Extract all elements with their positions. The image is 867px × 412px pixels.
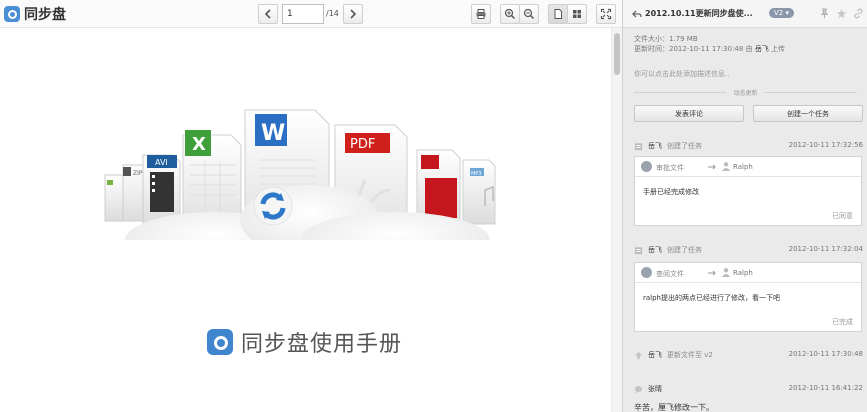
pin-icon[interactable]	[819, 8, 830, 19]
fullscreen-icon	[600, 8, 612, 20]
task-status: 已同意	[832, 212, 853, 220]
manual-title-text: 同步盘使用手册	[241, 332, 403, 357]
task-assignee[interactable]: Ralph	[733, 269, 753, 277]
task-body: ralph提出的两点已经进行了修改，看一下吧	[643, 294, 780, 302]
activity-time: 2012-10-11 17:32:04	[788, 245, 863, 253]
activity-verb: 更新文件至 v2	[667, 351, 713, 359]
activity-verb: 创建了任务	[667, 142, 702, 150]
activity-user[interactable]: 岳飞	[648, 141, 662, 151]
approve-icon	[641, 161, 652, 172]
next-page-button[interactable]	[343, 4, 363, 24]
activity-user[interactable]: 岳飞	[648, 245, 662, 255]
task-status: 已完成	[832, 318, 853, 326]
brand[interactable]: 同步盘	[4, 5, 66, 23]
comment-text: 辛苦，厘飞修改一下。	[634, 403, 714, 412]
single-page-view-button[interactable]	[548, 4, 568, 24]
grid-icon	[573, 10, 581, 18]
task-action: 查阅文件	[656, 270, 684, 278]
activity-user[interactable]: 岳飞	[648, 350, 662, 360]
zoom-out-button[interactable]	[519, 4, 539, 24]
updated-label: 更新时间：2012-10-11 17:30:48 由	[634, 45, 753, 53]
excel-label: X	[192, 134, 206, 155]
user-icon	[722, 268, 730, 277]
mp3-file-icon: MP3	[462, 159, 496, 225]
activity-user[interactable]: 张晴	[648, 384, 662, 394]
page-number-input[interactable]	[282, 4, 324, 24]
star-icon[interactable]	[836, 8, 847, 19]
task-card-header: 查阅文件 Ralph	[635, 263, 861, 283]
prev-page-button[interactable]	[258, 4, 278, 24]
file-types-illustration: ZIP AVI X W PDF MP3	[104, 109, 505, 270]
app-window: 同步盘 /14	[0, 0, 867, 412]
mp3-label: MP3	[471, 171, 482, 177]
task-icon	[634, 142, 643, 150]
avi-label: AVI	[155, 158, 168, 167]
updated-user[interactable]: 岳飞	[755, 45, 769, 53]
single-page-icon	[554, 9, 562, 19]
zip-label: ZIP	[133, 170, 143, 177]
document-viewer: 同步盘 /14	[0, 0, 622, 412]
task-action: 审批文件	[656, 164, 684, 172]
task-body: 手册已经完成修改	[643, 188, 699, 196]
zoom-in-button[interactable]	[500, 4, 520, 24]
sync-logo-icon	[4, 6, 20, 22]
page-total: /14	[326, 9, 339, 18]
user-icon	[722, 162, 730, 171]
updated-action: 上传	[771, 45, 786, 53]
comment-icon	[634, 385, 643, 394]
chevron-right-icon	[350, 9, 357, 19]
create-task-button[interactable]: 创建一个任务	[753, 105, 863, 122]
viewer-scrollbar[interactable]	[611, 28, 622, 412]
chevron-left-icon	[264, 9, 271, 19]
divider-line	[765, 92, 857, 93]
zoom-out-icon	[523, 8, 535, 20]
link-icon[interactable]	[853, 8, 864, 19]
task-card[interactable]: 审批文件 Ralph 手册已经完成修改 已同意	[634, 156, 862, 226]
post-comment-button[interactable]: 发表评论	[634, 105, 744, 122]
upload-arrow-icon	[634, 351, 643, 359]
task-card-header: 审批文件 Ralph	[635, 157, 861, 177]
description-placeholder[interactable]: 你可以点击此处添加描述信息..	[634, 69, 729, 79]
scrollbar-thumb[interactable]	[614, 33, 620, 75]
activity-time: 2012-10-11 17:30:48	[788, 350, 863, 358]
arrow-right-icon	[708, 164, 716, 170]
activity-time: 2012-10-11 17:32:56	[788, 141, 863, 149]
activity-item: 岳飞 创建了任务	[634, 245, 702, 255]
grid-view-button[interactable]	[567, 4, 587, 24]
file-title: 2012.10.11更新同步盘使...	[645, 9, 753, 18]
arrow-right-icon	[708, 270, 716, 276]
printer-icon	[476, 9, 486, 19]
file-size: 文件大小：1.79 MB	[634, 35, 698, 43]
updated-line: 更新时间：2012-10-11 17:30:48 由 岳飞 上传	[634, 44, 785, 54]
activity-time: 2012-10-11 16:41:22	[788, 384, 863, 392]
print-button[interactable]	[471, 4, 491, 24]
version-dropdown[interactable]: V2 ▾	[769, 8, 794, 18]
task-icon	[634, 246, 643, 254]
task-card[interactable]: 查阅文件 Ralph ralph提出的两点已经进行了修改，看一下吧 已完成	[634, 262, 862, 332]
fullscreen-button[interactable]	[596, 4, 616, 24]
app-name: 同步盘	[24, 7, 66, 23]
activity-item: 岳飞 更新文件至 v2	[634, 350, 713, 360]
panel-header: 2012.10.11更新同步盘使... V2 ▾	[623, 0, 867, 28]
back-arrow-icon[interactable]	[631, 8, 643, 20]
activity-verb: 创建了任务	[667, 246, 702, 254]
pdf-label: PDF	[350, 137, 375, 152]
word-label: W	[261, 121, 285, 146]
file-info-panel: 2012.10.11更新同步盘使... V2 ▾ 文件大小：1.79 MB 更新…	[622, 0, 867, 412]
activity-item: 岳飞 创建了任务	[634, 141, 702, 151]
viewer-toolbar: 同步盘 /14	[0, 0, 622, 28]
task-assignee[interactable]: Ralph	[733, 163, 753, 171]
sync-circle-icon	[253, 186, 293, 226]
zoom-in-icon	[504, 8, 516, 20]
review-icon	[641, 267, 652, 278]
activity-item: 张晴	[634, 384, 667, 394]
manual-title: 同步盘使用手册	[207, 326, 402, 358]
sync-logo-icon	[207, 329, 233, 355]
